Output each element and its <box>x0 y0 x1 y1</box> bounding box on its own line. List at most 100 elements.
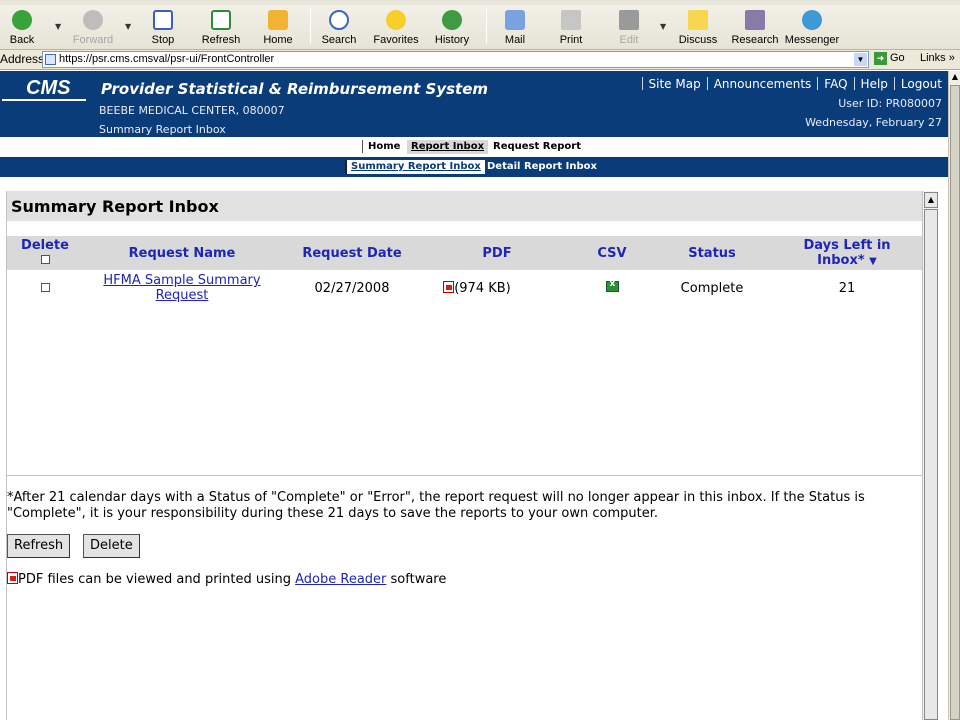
current-date: Wednesday, February 27 <box>805 116 942 129</box>
inbox-scroll-thumb[interactable] <box>924 209 938 720</box>
main-nav: Home Report Inbox Request Report <box>0 137 948 157</box>
request-name-line2: Request <box>155 288 209 303</box>
home-button[interactable]: Home <box>258 6 298 48</box>
forward-dropdown-icon[interactable]: ▼ <box>125 22 131 31</box>
subnav-detail-inbox[interactable]: Detail Report Inbox <box>483 160 601 174</box>
nav-report-inbox[interactable]: Report Inbox <box>407 140 489 154</box>
history-button[interactable]: History <box>432 6 472 48</box>
row-delete-checkbox[interactable] <box>40 283 50 292</box>
edit-button[interactable]: Edit <box>612 6 646 48</box>
days-left-cell: 21 <box>838 281 856 296</box>
pdf-note-icon <box>7 572 18 584</box>
stop-button[interactable]: Stop <box>146 6 180 48</box>
back-dropdown-icon[interactable]: ▼ <box>55 22 61 31</box>
nav-home[interactable]: Home <box>364 140 404 154</box>
pdf-note: PDF files can be viewed and printed usin… <box>7 572 446 587</box>
link-separator <box>853 77 855 90</box>
forward-label: Forward <box>72 34 114 46</box>
discuss-button[interactable]: Discuss <box>676 6 720 48</box>
request-date-cell: 02/27/2008 <box>314 281 390 296</box>
research-button[interactable]: Research <box>730 6 780 48</box>
pdf-file-icon[interactable] <box>443 281 455 293</box>
messenger-label: Messenger <box>784 34 840 46</box>
mail-button[interactable]: Mail <box>498 6 532 48</box>
header-links: Site Map Announcements FAQ Help Logout <box>636 77 942 91</box>
messenger-button[interactable]: Messenger <box>784 6 840 48</box>
refresh-label: Refresh <box>201 34 241 46</box>
inbox-scroll-up-icon[interactable]: ▲ <box>924 192 938 208</box>
request-name-header[interactable]: Request Name <box>97 246 267 261</box>
days-left-label-line2: Inbox* <box>817 253 865 268</box>
days-left-header[interactable]: Days Left in Inbox* ▼ <box>777 238 917 268</box>
search-icon <box>329 10 349 30</box>
select-all-checkbox[interactable] <box>40 255 50 264</box>
address-bar: Address https://psr.cms.cmsval/psr-ui/Fr… <box>0 50 960 70</box>
address-dropdown-icon[interactable]: ▼ <box>854 53 867 66</box>
discuss-icon <box>688 10 708 30</box>
table-row: HFMA Sample Summary Request 02/27/2008 (9… <box>7 273 923 309</box>
print-icon <box>561 10 581 30</box>
pdf-cell[interactable]: (974 KB) <box>427 281 527 296</box>
favorites-button[interactable]: Favorites <box>370 6 422 48</box>
days-left-label-line1: Days Left in <box>803 238 891 253</box>
app-title: Provider Statistical & Reimbursement Sys… <box>101 80 489 98</box>
csv-cell[interactable] <box>572 279 652 296</box>
toolbar-separator <box>310 8 311 44</box>
adobe-reader-link[interactable]: Adobe Reader <box>295 572 386 587</box>
go-arrow-icon: ➜ <box>874 52 887 65</box>
links-button[interactable]: Links » <box>920 52 955 64</box>
status-header[interactable]: Status <box>667 246 757 261</box>
table-bottom-divider <box>7 475 923 476</box>
search-button[interactable]: Search <box>318 6 360 48</box>
address-label: Address <box>0 52 45 66</box>
home-icon <box>268 10 288 30</box>
refresh-inbox-button[interactable]: Refresh <box>7 534 71 558</box>
provider-name: BEEBE MEDICAL CENTER, 080007 <box>99 104 285 117</box>
scroll-up-icon[interactable]: ▲ <box>950 71 960 83</box>
edit-label: Edit <box>619 34 639 46</box>
csv-header: CSV <box>597 246 627 261</box>
current-page-name: Summary Report Inbox <box>99 123 226 136</box>
inbox-title: Summary Report Inbox <box>7 191 923 221</box>
site-map-link[interactable]: Site Map <box>649 77 701 91</box>
stop-icon <box>153 10 173 30</box>
inbox-scrollbar[interactable]: ▲ <box>922 191 938 720</box>
nav-request-report[interactable]: Request Report <box>489 140 585 154</box>
back-button[interactable]: Back <box>4 6 40 48</box>
history-icon <box>442 10 462 30</box>
request-name-link[interactable]: HFMA Sample Summary Request <box>103 273 260 303</box>
delete-selected-button[interactable]: Delete <box>83 534 140 558</box>
forward-arrow-icon <box>83 10 103 30</box>
logout-link[interactable]: Logout <box>901 77 942 91</box>
delete-header-label: Delete <box>21 238 69 253</box>
refresh-button[interactable]: Refresh <box>198 6 244 48</box>
forward-button[interactable]: Forward <box>68 6 118 48</box>
pdf-note-suffix: software <box>386 572 447 587</box>
page-scroll-thumb[interactable] <box>950 85 960 720</box>
help-link[interactable]: Help <box>861 77 888 91</box>
address-input[interactable]: https://psr.cms.cmsval/psr-ui/FrontContr… <box>42 51 869 68</box>
excel-csv-icon[interactable] <box>605 279 619 292</box>
footnote-line1: *After 21 calendar days with a Status of… <box>7 490 865 505</box>
back-arrow-icon <box>12 10 32 30</box>
retention-footnote: *After 21 calendar days with a Status of… <box>7 490 919 522</box>
pdf-size: (974 KB) <box>454 281 511 296</box>
link-separator <box>893 77 895 90</box>
print-button[interactable]: Print <box>554 6 588 48</box>
go-button[interactable]: ➜ Go <box>874 52 905 65</box>
back-label: Back <box>9 34 35 46</box>
subnav-summary-inbox[interactable]: Summary Report Inbox <box>345 160 485 174</box>
edit-dropdown-icon[interactable]: ▼ <box>660 22 666 31</box>
inbox-frame: Summary Report Inbox Delete Request Name… <box>6 191 923 720</box>
app-header: CMS Provider Statistical & Reimbursement… <box>0 71 948 137</box>
mail-label: Mail <box>504 34 526 46</box>
request-name-cell: HFMA Sample Summary Request <box>87 273 277 303</box>
page-scrollbar[interactable]: ▲ <box>948 71 960 720</box>
announcements-link[interactable]: Announcements <box>714 77 812 91</box>
request-date-header[interactable]: Request Date <box>287 246 417 261</box>
search-label: Search <box>321 34 357 46</box>
cms-logo-text: CMS <box>26 77 71 99</box>
research-label: Research <box>731 34 779 46</box>
favorites-label: Favorites <box>373 34 419 46</box>
faq-link[interactable]: FAQ <box>824 77 847 91</box>
